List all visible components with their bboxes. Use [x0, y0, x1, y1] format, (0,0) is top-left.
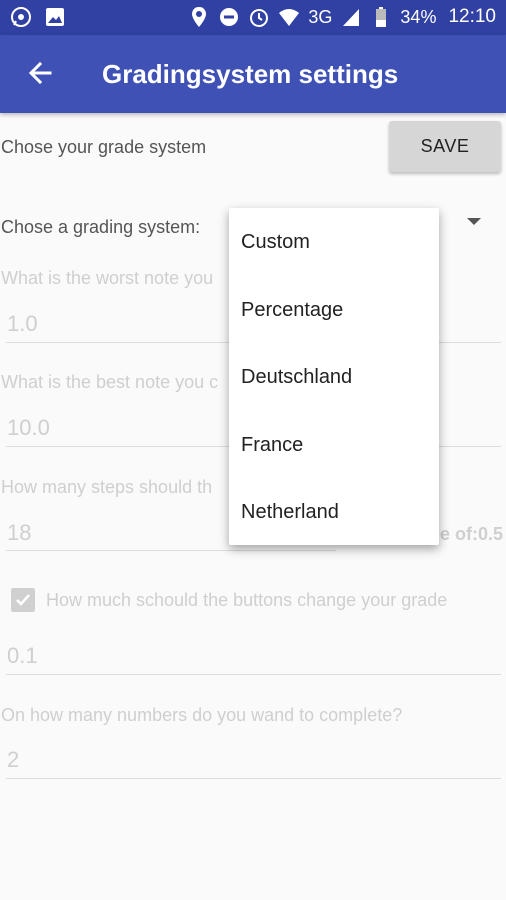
status-bar: 3G 34% 12:10	[0, 0, 506, 35]
dropdown-item-france[interactable]: France	[241, 434, 303, 457]
save-button[interactable]: SAVE	[389, 121, 501, 172]
best-note-input[interactable]: 10.0	[7, 415, 50, 441]
complete-label: On how many numbers do you wand to compl…	[1, 705, 403, 725]
dropdown-item-netherland[interactable]: Netherland	[241, 501, 339, 524]
steps-label: How many steps should th	[1, 477, 213, 497]
best-note-label: What is the best note you c	[1, 372, 219, 392]
grading-system-dropdown: Custom Percentage Deutschland France Net…	[229, 208, 439, 545]
steps-input[interactable]: 18	[7, 520, 31, 546]
back-button[interactable]	[22, 55, 58, 91]
location-icon	[188, 6, 210, 28]
dropdown-item-deutschland[interactable]: Deutschland	[241, 366, 352, 389]
app-bar: Gradingsystem settings	[0, 35, 506, 113]
buttons-change-label: How much schould the buttons change your…	[46, 590, 448, 610]
spinner-dropdown-arrow-icon[interactable]	[467, 218, 481, 225]
signal-icon	[340, 6, 362, 28]
wifi-icon	[278, 6, 300, 28]
check-icon	[16, 594, 30, 606]
notification-icons	[10, 6, 66, 28]
arrow-back-icon	[28, 61, 52, 85]
battery-percent: 34%	[400, 6, 437, 27]
image-icon	[44, 6, 66, 28]
chose-system-label: Chose your grade system	[1, 137, 207, 157]
complete-underline	[6, 778, 501, 779]
worst-note-label: What is the worst note you	[1, 268, 214, 288]
network-type: 3G	[308, 6, 333, 27]
dropdown-item-percentage[interactable]: Percentage	[241, 299, 343, 322]
buttons-change-underline	[6, 674, 501, 675]
complete-input[interactable]: 2	[7, 747, 19, 773]
worst-note-input[interactable]: 1.0	[7, 311, 38, 337]
clock: 12:10	[448, 6, 496, 27]
steps-info-text: e of:0.5	[440, 524, 504, 544]
system-icons: 3G 34% 12:10	[188, 6, 496, 28]
buttons-change-checkbox[interactable]	[11, 588, 35, 612]
battery-icon	[370, 6, 392, 28]
grading-system-label: Chose a grading system:	[1, 217, 201, 237]
whatsapp-icon	[10, 6, 32, 28]
dropdown-item-custom[interactable]: Custom	[241, 231, 310, 254]
alarm-icon	[248, 6, 270, 28]
steps-underline	[6, 550, 336, 551]
page-title: Gradingsystem settings	[102, 59, 399, 89]
do-not-disturb-icon	[218, 6, 240, 28]
buttons-change-input[interactable]: 0.1	[7, 643, 38, 669]
